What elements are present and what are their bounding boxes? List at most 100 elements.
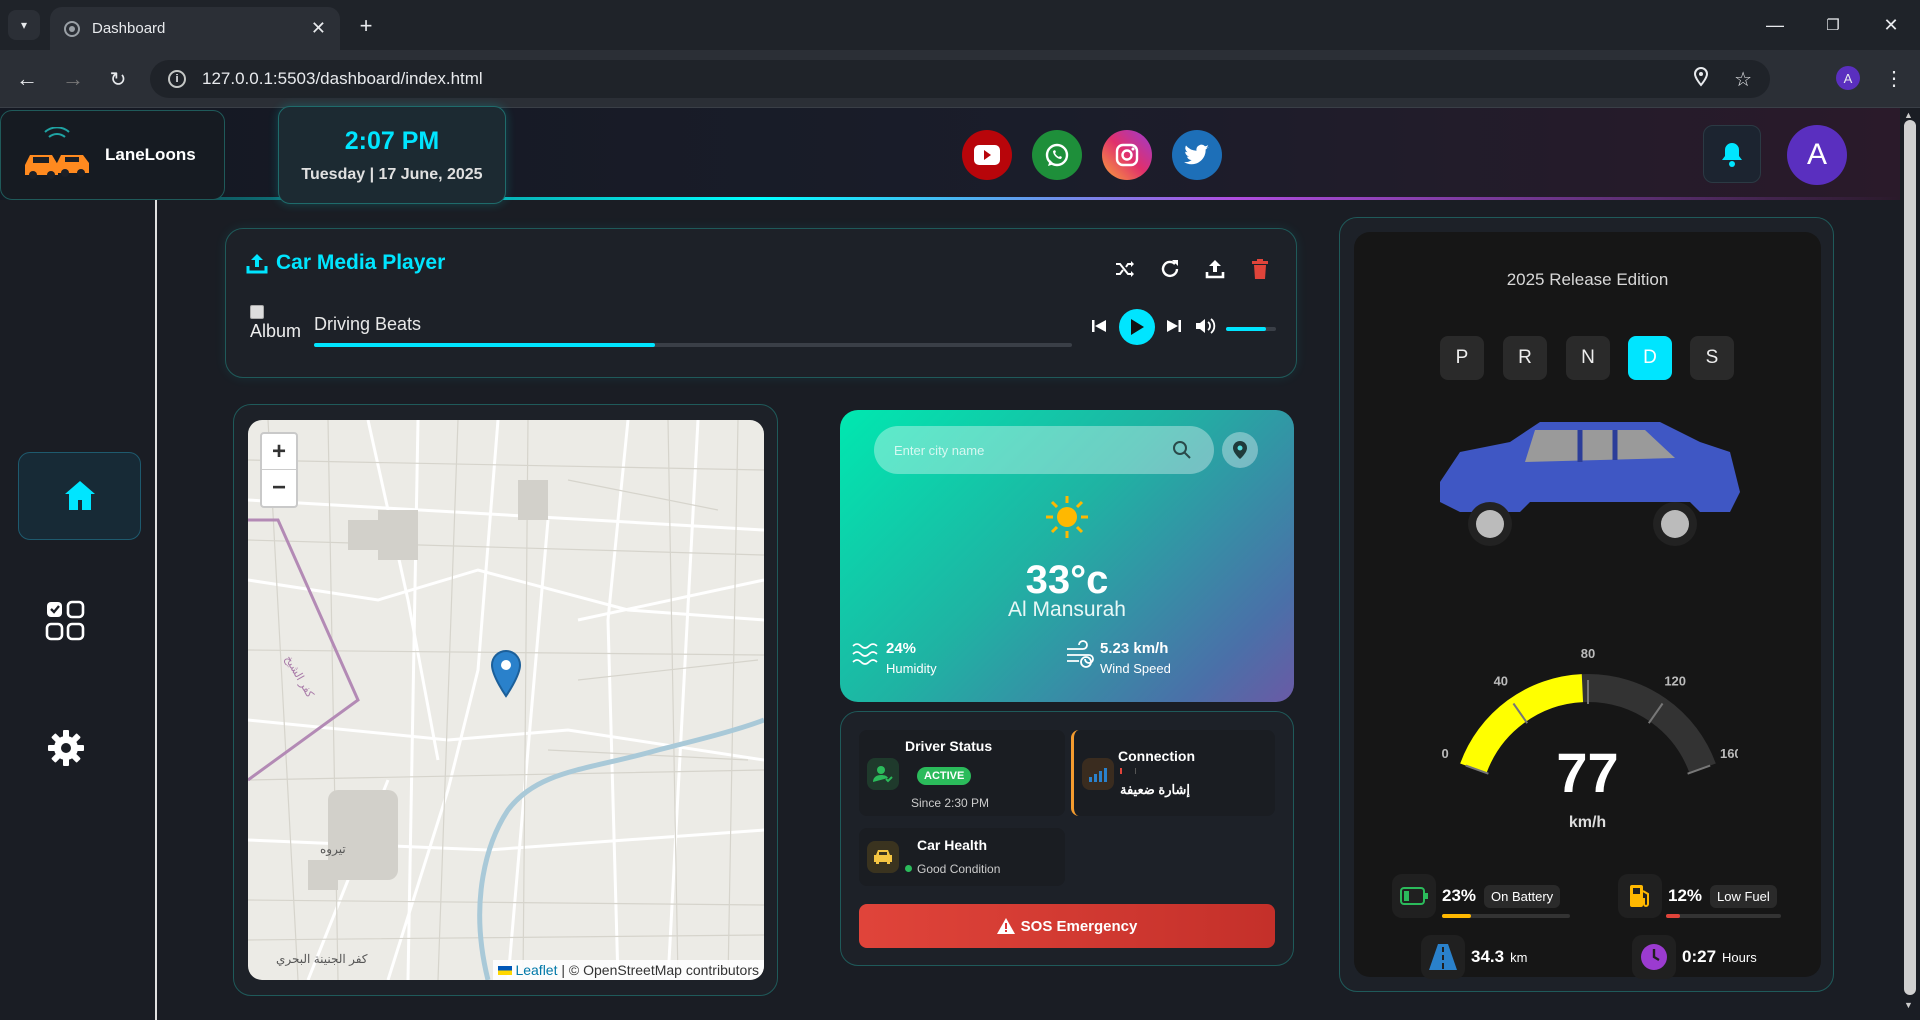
twitter-icon[interactable] — [1172, 130, 1222, 180]
next-button[interactable] — [1163, 315, 1185, 337]
close-tab-icon[interactable]: ✕ — [311, 18, 326, 39]
zoom-in-button[interactable]: + — [262, 434, 296, 470]
upload-icon — [1205, 260, 1225, 279]
next-icon — [1167, 320, 1181, 332]
location-icon[interactable] — [1692, 66, 1710, 92]
new-tab-button[interactable]: + — [352, 12, 380, 40]
upload-track-button[interactable] — [1203, 257, 1227, 281]
forward-button[interactable]: → — [58, 64, 88, 94]
temperature: 33°c — [1025, 558, 1109, 602]
page-scrollbar[interactable]: ▲ ▼ — [1900, 108, 1920, 1020]
distance-value: 34.3 — [1471, 947, 1505, 966]
maximize-button[interactable]: ❐ — [1818, 10, 1848, 40]
fuel-percent: 12% — [1668, 886, 1703, 905]
map-label-town: تيروه — [320, 842, 346, 856]
instagram-icon[interactable] — [1102, 130, 1152, 180]
delete-button[interactable] — [1248, 257, 1272, 281]
close-window-button[interactable]: ✕ — [1876, 10, 1906, 40]
ukraine-flag-icon — [498, 966, 513, 975]
location-pin-icon — [1233, 441, 1247, 459]
browser-tab[interactable]: Dashboard ✕ — [50, 7, 340, 50]
reload-button[interactable]: ↻ — [103, 64, 133, 94]
gear-r[interactable]: R — [1503, 336, 1547, 380]
map-label-village: كفر الجنينة البحري — [276, 952, 368, 966]
fuel-bar — [1666, 914, 1781, 918]
tab-search-button[interactable]: ▾ — [8, 10, 40, 40]
notifications-button[interactable] — [1703, 125, 1761, 183]
minimize-button[interactable]: — — [1760, 10, 1790, 40]
clock-time: 2:07 PM — [344, 127, 440, 155]
sidebar-item-home[interactable] — [18, 452, 141, 540]
address-bar[interactable]: i 127.0.0.1:5503/dashboard/index.html ☆ — [150, 60, 1770, 98]
battery-bar-fill — [1442, 914, 1472, 918]
scroll-up-arrow[interactable]: ▲ — [1904, 110, 1913, 120]
sos-button[interactable]: SOS Emergency — [859, 904, 1275, 948]
sidebar-item-settings[interactable] — [46, 728, 86, 768]
fuel-stat: 12% Low Fuel — [1618, 874, 1777, 918]
connection-status: إشارة ضعيفة — [1120, 782, 1190, 797]
distance-unit: km — [1510, 949, 1528, 965]
bookmark-star-icon[interactable]: ☆ — [1734, 67, 1752, 92]
brand-logo[interactable]: LaneLoons — [0, 110, 225, 200]
whatsapp-icon[interactable] — [1032, 130, 1082, 180]
car-model-image — [1440, 422, 1740, 546]
clock-icon — [1632, 935, 1676, 979]
back-button[interactable]: ← — [12, 64, 42, 94]
car-health-icon — [867, 841, 899, 873]
zoom-out-button[interactable]: − — [262, 470, 296, 506]
osm-attribution: | © OpenStreetMap contributors — [557, 962, 759, 978]
humidity-label: Humidity — [886, 661, 937, 676]
speed-value: 77 — [1556, 741, 1619, 804]
clock-widget: 2:07 PM Tuesday | 17 June, 2025 — [278, 106, 506, 204]
city-search-input[interactable] — [894, 442, 1164, 458]
shuffle-button[interactable] — [1113, 257, 1137, 281]
fuel-tag: Low Fuel — [1710, 884, 1777, 908]
media-title: Car Media Player — [246, 251, 445, 275]
car-health-title: Car Health — [917, 837, 988, 853]
user-avatar[interactable]: A — [1787, 125, 1847, 185]
repeat-icon — [1161, 260, 1179, 278]
volume-icon — [1196, 318, 1216, 334]
leaflet-link[interactable]: Leaflet — [515, 962, 557, 978]
gear-s[interactable]: S — [1690, 336, 1734, 380]
progress-bar[interactable] — [314, 343, 1072, 347]
map-marker-icon[interactable] — [490, 650, 522, 698]
scrollbar-thumb[interactable] — [1904, 120, 1916, 995]
search-icon[interactable] — [1172, 440, 1192, 460]
site-info-icon[interactable]: i — [168, 70, 186, 88]
browser-menu-icon[interactable]: ⋮ — [1880, 64, 1908, 92]
wind-label: Wind Speed — [1100, 661, 1171, 676]
volume-fill — [1226, 327, 1266, 331]
distance-stat: 34.3 km — [1421, 935, 1527, 979]
youtube-icon[interactable] — [962, 130, 1012, 180]
weather-card: 33°c Al Mansurah 24% Humidity 5.23 km/h Wi… — [840, 410, 1294, 702]
map[interactable]: + − تيروه كفر الجنينة البحري كفر الشيخ L… — [248, 420, 764, 980]
gauge-tick-label: 40 — [1494, 673, 1508, 688]
driver-icon — [867, 758, 899, 790]
repeat-button[interactable] — [1158, 257, 1182, 281]
gauge-tick-label: 80 — [1581, 646, 1595, 661]
driver-status-card: Driver Status ACTIVE Since 2:30 PM — [859, 730, 1065, 816]
gear-p[interactable]: P — [1440, 336, 1484, 380]
volume-slider[interactable] — [1226, 327, 1276, 331]
zoom-control: + − — [260, 432, 298, 508]
time-stat: 0:27 Hours — [1632, 935, 1757, 979]
settings-icon — [48, 730, 84, 766]
sidebar-item-apps[interactable] — [45, 600, 85, 642]
gear-n[interactable]: N — [1566, 336, 1610, 380]
globe-icon — [64, 20, 80, 37]
previous-button[interactable] — [1088, 315, 1110, 337]
album-art: Album — [250, 305, 302, 349]
gear-d[interactable]: D — [1628, 336, 1672, 380]
wind-value: 5.23 km/h — [1100, 640, 1169, 657]
driver-status-title: Driver Status — [905, 738, 993, 754]
play-button[interactable] — [1119, 309, 1155, 345]
location-button[interactable] — [1222, 432, 1258, 468]
scroll-down-arrow[interactable]: ▼ — [1904, 1000, 1913, 1010]
volume-button[interactable] — [1194, 315, 1218, 337]
car-panel: 2025 Release Edition P R N D S 0 40 80 120 1… — [1339, 217, 1834, 992]
profile-button[interactable]: A — [1836, 66, 1860, 90]
driver-active-badge: ACTIVE — [917, 767, 972, 785]
sun-icon — [1046, 496, 1088, 538]
progress-fill — [314, 343, 656, 347]
